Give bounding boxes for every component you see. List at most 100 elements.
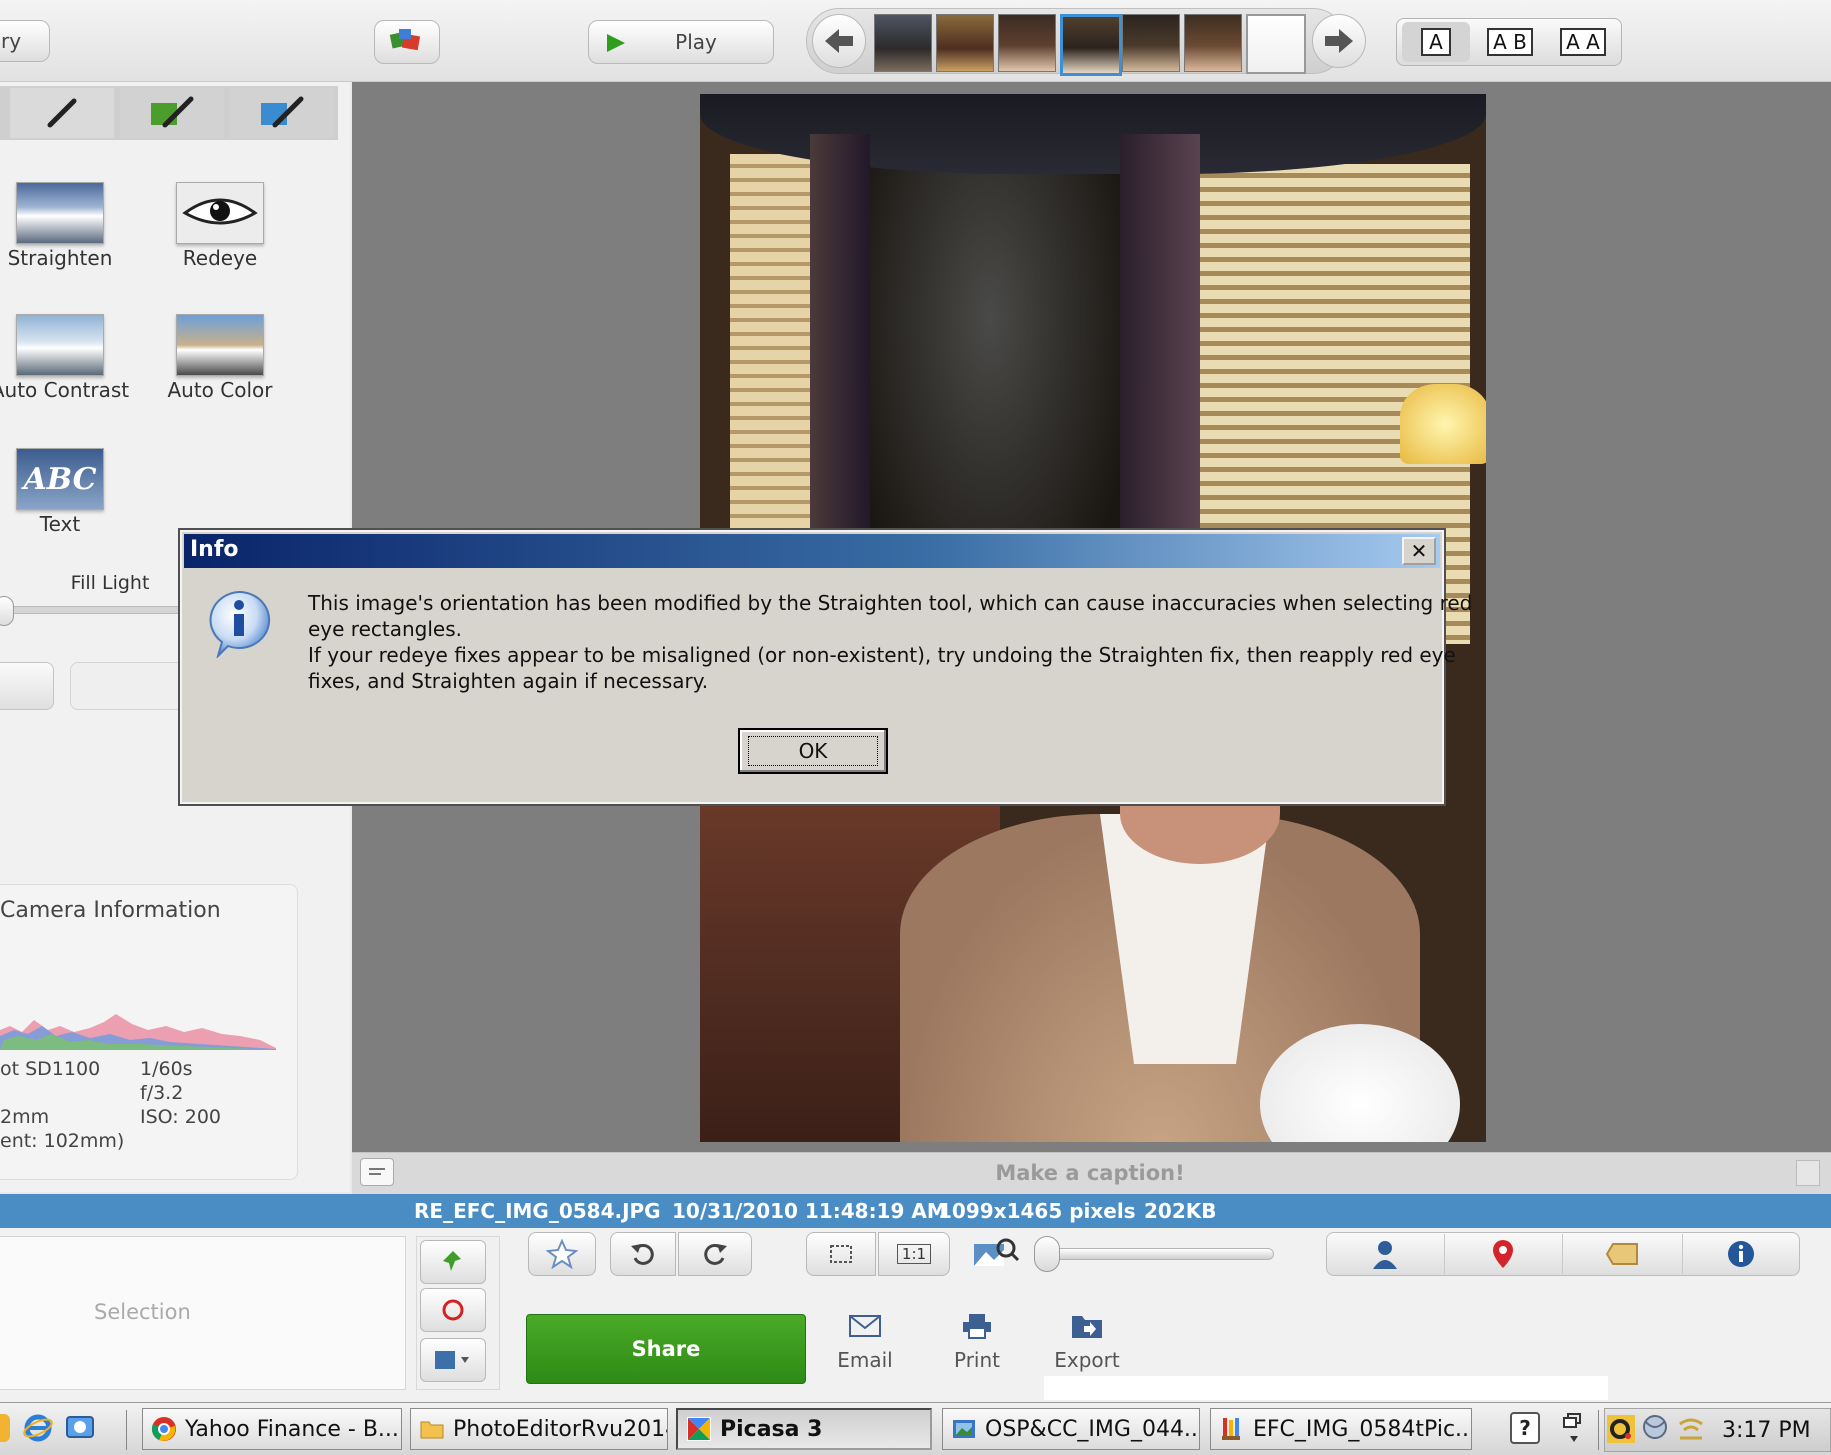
info-dialog-titlebar[interactable]: Info [184, 534, 1440, 568]
taskbar-item[interactable]: PhotoEditorRvu2014 [410, 1408, 668, 1450]
ie-quicklaunch-icon[interactable] [22, 1412, 54, 1444]
taskbar-item-label: OSP&CC_IMG_044... [985, 1416, 1200, 1442]
auto-contrast-label[interactable]: Auto Contrast [0, 378, 140, 402]
status-datetime: 10/31/2010 11:48:19 AM [672, 1199, 947, 1223]
tab-tuning[interactable] [120, 88, 224, 138]
taskbar-item-label: PhotoEditorRvu2014 [453, 1416, 668, 1442]
tag-icon [1605, 1243, 1638, 1265]
tab-effects[interactable] [230, 88, 334, 138]
quicklaunch-start-fragment[interactable] [0, 1414, 10, 1442]
histogram [0, 1014, 276, 1050]
window-restore-icon [1563, 1413, 1581, 1442]
people-button[interactable] [1326, 1232, 1444, 1276]
status-filename: RE_EFC_IMG_0584.JPG [414, 1199, 661, 1223]
ok-button[interactable]: OK [738, 728, 888, 774]
star-button[interactable] [528, 1232, 596, 1276]
redeye-icon[interactable] [176, 182, 264, 244]
taskbar-item[interactable]: OSP&CC_IMG_044... [942, 1408, 1200, 1450]
album-icon [435, 1351, 469, 1369]
share-label: Share [631, 1337, 701, 1361]
zoom-icon[interactable] [970, 1236, 1020, 1272]
info-icon [204, 588, 274, 660]
status-bar: RE_EFC_IMG_0584.JPG 10/31/2010 11:48:19 … [0, 1194, 1831, 1228]
text-tool-label[interactable]: Text [0, 512, 140, 536]
rotate-right-button[interactable] [678, 1232, 752, 1276]
help-tray-icon[interactable]: ? [1510, 1412, 1540, 1444]
show-desktop-quicklaunch-icon[interactable] [64, 1412, 96, 1444]
taskbar-item[interactable]: EFC_IMG_0584tPic... [1210, 1408, 1472, 1450]
clock[interactable]: 3:17 PM [1722, 1418, 1811, 1443]
rotate-ccw-icon [631, 1243, 654, 1265]
filmstrip-thumb[interactable] [936, 14, 994, 72]
tab-basic-fixes[interactable] [10, 88, 114, 138]
email-button[interactable]: Email [830, 1312, 900, 1372]
filmstrip-thumb[interactable] [874, 14, 932, 72]
fit-button[interactable] [806, 1232, 876, 1276]
caption-mode-ab-button[interactable]: A B [1474, 22, 1546, 62]
antivirus-tray-icon[interactable] [1606, 1412, 1636, 1446]
tags-button[interactable] [1562, 1232, 1682, 1276]
envelope-icon [849, 1315, 881, 1337]
info-dialog-close-button[interactable]: ✕ [1402, 537, 1436, 565]
filmstrip-thumb-selected[interactable] [1060, 14, 1122, 76]
camera-model: ot SD1100 [0, 1058, 101, 1080]
network-tray-icon[interactable] [1640, 1412, 1670, 1446]
eye-icon [182, 198, 258, 225]
auto-color-icon[interactable] [176, 314, 264, 376]
caption-mode-aa-button[interactable]: A A [1548, 22, 1618, 62]
caption-note-icon[interactable] [360, 1158, 394, 1186]
redeye-label[interactable]: Redeye [140, 246, 300, 270]
help-tray-label: ? [1519, 1416, 1531, 1440]
undo-fix-button[interactable] [0, 662, 54, 710]
fit-icon [830, 1245, 852, 1263]
redo-fix-button[interactable] [70, 662, 190, 710]
fill-light-slider-thumb[interactable] [0, 596, 14, 626]
volume-tray-icon[interactable] [1676, 1412, 1706, 1446]
zoom-slider-track[interactable] [1038, 1248, 1274, 1260]
print-button[interactable]: Print [942, 1312, 1012, 1372]
caption-mode-aa-label: A A [1560, 28, 1606, 56]
shield-tray-icon [1607, 1415, 1635, 1443]
ok-label: OK [747, 736, 879, 766]
caption-mode-a-button[interactable]: A [1402, 22, 1470, 62]
share-button[interactable]: Share [526, 1314, 806, 1384]
zoom-slider-thumb[interactable] [1034, 1236, 1060, 1272]
actual-size-button[interactable]: 1:1 [878, 1232, 950, 1276]
filmstrip-thumb[interactable] [1122, 14, 1180, 72]
hold-pin-button[interactable] [420, 1240, 486, 1284]
text-tool-icon[interactable]: ABC [16, 448, 104, 510]
geotag-button[interactable] [1444, 1232, 1562, 1276]
previous-photo-button[interactable] [812, 14, 866, 68]
collage-button[interactable] [374, 20, 440, 64]
auto-color-label[interactable]: Auto Color [140, 378, 300, 402]
filmstrip-thumb[interactable] [998, 14, 1056, 72]
brush-icon [47, 98, 77, 128]
clear-selection-button[interactable] [420, 1288, 486, 1332]
collage-icon [389, 29, 421, 51]
restore-tray-icon[interactable] [1560, 1412, 1590, 1446]
filmstrip-thumb[interactable] [1246, 14, 1306, 74]
back-to-library-button[interactable]: ry [0, 20, 50, 62]
signal-tray-icon [1679, 1418, 1703, 1440]
taskbar-item-active[interactable]: Picasa 3 [676, 1408, 932, 1450]
auto-contrast-icon[interactable] [16, 314, 104, 376]
filmstrip-thumb[interactable] [1184, 14, 1242, 72]
fill-light-slider-track[interactable] [0, 606, 190, 614]
selection-label: Selection [94, 1300, 191, 1324]
message-line: eye rectangles. [308, 617, 462, 641]
photo-lamp [1400, 384, 1486, 464]
export-button[interactable]: Export [1052, 1312, 1122, 1372]
taskbar-item[interactable]: Yahoo Finance - B... [142, 1408, 402, 1450]
straighten-icon[interactable] [16, 182, 104, 244]
green-brush-icon [151, 96, 194, 128]
play-slideshow-button[interactable]: Play [588, 20, 774, 64]
next-photo-button[interactable] [1312, 14, 1366, 68]
album-dropdown-button[interactable] [420, 1338, 486, 1382]
rotate-left-button[interactable] [610, 1232, 676, 1276]
globe-tray-icon [1643, 1415, 1667, 1439]
straighten-label[interactable]: Straighten [0, 246, 140, 270]
info-button[interactable] [1682, 1232, 1800, 1276]
caption-input[interactable]: Make a caption! [900, 1156, 1280, 1190]
camera-equiv-focal: ent: 102mm) [0, 1130, 125, 1152]
caption-delete-icon[interactable] [1796, 1160, 1820, 1186]
